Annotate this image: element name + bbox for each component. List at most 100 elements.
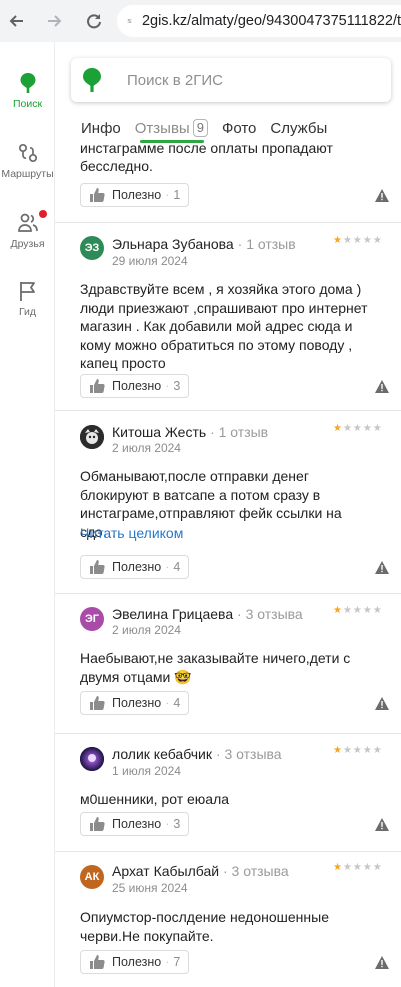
reviewer-name[interactable]: лолик кебабчик · 3 отзыва	[112, 746, 282, 762]
useful-count: 1	[173, 188, 181, 202]
useful-count: 7	[173, 955, 181, 969]
reviewer-name[interactable]: Эльнара Зубанова · 1 отзыв	[112, 236, 296, 252]
useful-label: Полезно	[112, 188, 162, 202]
report-icon[interactable]	[375, 818, 389, 831]
avatar-image-icon	[80, 425, 104, 449]
reviewer-name[interactable]: Архат Кабылбай · 3 отзыва	[112, 863, 289, 879]
report-icon[interactable]	[375, 380, 389, 393]
flag-icon	[19, 282, 35, 301]
avatar[interactable]: ЭЗ	[80, 236, 104, 260]
tab-label: Инфо	[81, 119, 121, 137]
avatar[interactable]	[80, 425, 104, 449]
tab-label: Службы	[270, 119, 328, 137]
reviewer-name[interactable]: Китоша Жесть · 1 отзыв	[112, 424, 268, 440]
useful-button[interactable]: Полезно · 7	[80, 950, 189, 974]
review-card: ЭЗ Эльнара Зубанова · 1 отзыв 29 июля 20…	[55, 222, 401, 410]
report-icon[interactable]	[375, 561, 389, 574]
sidebar-item-label: Маршруты	[1, 168, 54, 180]
sidebar-item-label: Друзья	[10, 238, 45, 250]
avatar[interactable]: ЭГ	[80, 607, 104, 631]
pin-icon	[20, 73, 35, 93]
review-date: 25 июня 2024	[112, 881, 188, 895]
rating-stars: ★★★★★	[333, 745, 383, 756]
friends-icon	[17, 213, 38, 232]
review-date: 29 июля 2024	[112, 254, 188, 268]
thumbs-up-icon	[90, 379, 105, 393]
review-card: лолик кебабчик · 3 отзыва 1 июля 2024 ★★…	[55, 733, 401, 851]
useful-button[interactable]: Полезно · 4	[80, 691, 189, 715]
tab-label: Фото	[221, 119, 257, 137]
review-card: Китоша Жесть · 1 отзыв 2 июля 2024 ★★★★★…	[55, 410, 401, 593]
useful-button[interactable]: Полезно · 3	[80, 812, 189, 836]
reviewer-review-count: 3 отзыва	[231, 863, 289, 879]
thumbs-up-icon	[90, 696, 105, 710]
sidebar-item-guide[interactable]: Гид	[0, 280, 55, 318]
browser-toolbar: 2gis.kz/almaty/geo/9430047375111822/t	[0, 0, 401, 42]
avatar[interactable]	[80, 747, 104, 771]
thumbs-up-icon	[90, 188, 105, 202]
read-more-link[interactable]: Читать целиком	[80, 525, 183, 541]
route-icon	[18, 143, 37, 163]
sidebar-item-friends[interactable]: Друзья	[0, 210, 55, 250]
useful-button[interactable]: Полезно · 3	[80, 374, 189, 398]
reload-icon[interactable]	[84, 11, 104, 31]
useful-label: Полезно	[112, 696, 162, 710]
useful-count: 3	[173, 817, 181, 831]
reviewer-review-count: 3 отзыва	[245, 606, 303, 622]
review-text-line: бесследно.	[80, 158, 153, 174]
useful-label: Полезно	[112, 560, 162, 574]
useful-count: 4	[173, 560, 181, 574]
reviewer-name-text: Эвелина Грицаева	[112, 606, 234, 622]
review-date: 2 июля 2024	[112, 623, 181, 637]
report-icon[interactable]	[375, 697, 389, 710]
review-text: инстаграмме после оплаты пропадают бессл…	[80, 144, 390, 175]
useful-label: Полезно	[112, 955, 162, 969]
useful-button[interactable]: Полезно · 4	[80, 555, 189, 579]
rating-stars: ★★★★★	[333, 862, 383, 873]
thumbs-up-icon	[90, 817, 105, 831]
reviewer-name-text: Архат Кабылбай	[112, 863, 220, 879]
sidebar-item-label: Гид	[18, 306, 37, 318]
reviewer-name[interactable]: Эвелина Грицаева · 3 отзыва	[112, 606, 303, 622]
place-tabs: Инфо Отзывы 9 Фото Службы	[55, 112, 401, 144]
review-text: Наебывают,не заказывайте ничего,дети с д…	[80, 650, 351, 685]
active-tab-indicator	[140, 140, 204, 143]
sidebar-item-routes[interactable]: Маршруты	[0, 142, 55, 180]
avatar-image-icon	[80, 747, 104, 771]
report-icon[interactable]	[375, 189, 389, 202]
search-placeholder: Поиск в 2ГИС	[127, 71, 223, 89]
address-bar[interactable]: 2gis.kz/almaty/geo/9430047375111822/t	[117, 5, 401, 37]
review-text: Здравствуйте всем , я хозяйка этого дома…	[80, 281, 368, 371]
sidebar-item-label: Поиск	[12, 98, 43, 110]
tab-label: Отзывы	[134, 119, 190, 137]
back-icon[interactable]	[6, 11, 26, 31]
review-date: 2 июля 2024	[112, 441, 181, 455]
reviews-list[interactable]: инстаграмме после оплаты пропадают бессл…	[55, 144, 401, 987]
thumbs-up-icon	[90, 955, 105, 969]
2gis-logo-icon	[83, 68, 101, 92]
rating-stars: ★★★★★	[333, 605, 383, 616]
rating-stars: ★★★★★	[333, 235, 383, 246]
useful-label: Полезно	[112, 817, 162, 831]
useful-count: 4	[173, 696, 181, 710]
tab-reviews[interactable]: Отзывы 9	[135, 119, 208, 137]
reviewer-review-count: 1 отзыв	[246, 236, 296, 252]
forward-icon[interactable]	[45, 11, 65, 31]
useful-count: 3	[173, 379, 181, 393]
review-card: ЭГ Эвелина Грицаева · 3 отзыва 2 июля 20…	[55, 593, 401, 733]
review-date: 1 июля 2024	[112, 764, 181, 778]
avatar[interactable]: АК	[80, 865, 104, 889]
reviewer-name-text: Эльнара Зубанова	[112, 236, 234, 252]
tab-photos[interactable]: Фото	[222, 120, 256, 137]
site-settings-icon[interactable]	[127, 12, 132, 30]
useful-button[interactable]: Полезно · 1	[80, 183, 189, 207]
review-text: Опиумстор-послдение недоношенные черви.Н…	[80, 909, 329, 944]
notification-dot	[39, 210, 47, 218]
report-icon[interactable]	[375, 956, 389, 969]
tab-services[interactable]: Службы	[270, 120, 327, 137]
tab-info[interactable]: Инфо	[81, 120, 121, 137]
sidebar-item-search[interactable]: Поиск	[0, 72, 55, 110]
reviewer-review-count: 1 отзыв	[218, 424, 269, 440]
thumbs-up-icon	[90, 560, 105, 574]
search-input[interactable]: Поиск в 2ГИС	[71, 58, 391, 102]
